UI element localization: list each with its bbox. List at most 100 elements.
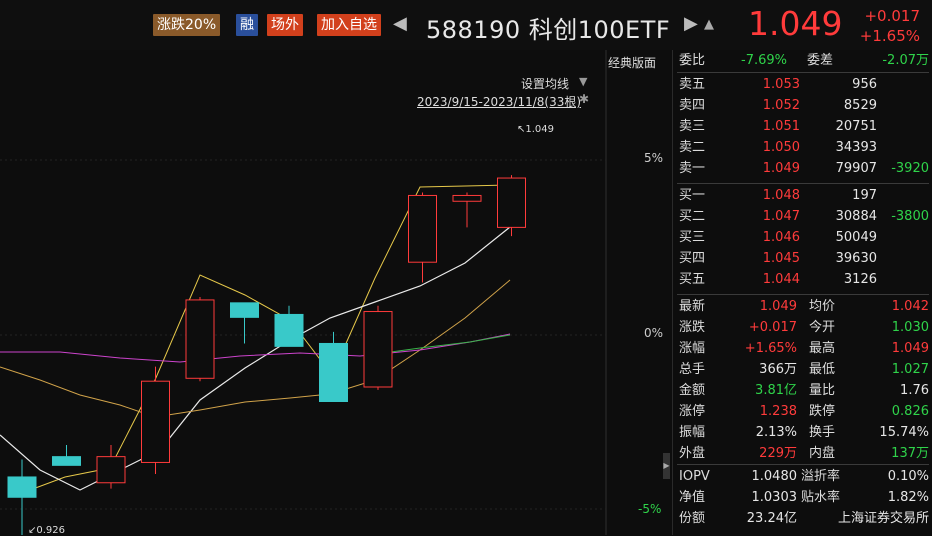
book-price: 1.050 <box>762 140 800 155</box>
stat-label: 涨跌 <box>679 320 706 335</box>
divider <box>677 183 929 184</box>
stat-value: 1.027 <box>891 362 929 377</box>
book-change: -3800 <box>891 209 929 224</box>
ma30-line <box>0 333 511 363</box>
stat-value: 1.238 <box>759 404 797 419</box>
candle-body[interactable] <box>497 177 526 228</box>
book-level-label: 卖二 <box>679 140 706 155</box>
weibi-value: -7.69% <box>741 53 787 68</box>
otc-button[interactable]: 场外 <box>267 14 303 36</box>
book-row[interactable]: 买四 1.045 39630 <box>673 248 932 269</box>
book-price: 1.053 <box>762 77 800 92</box>
book-volume: 30884 <box>835 209 877 224</box>
candle-body[interactable] <box>274 313 304 347</box>
book-volume: 956 <box>852 77 877 92</box>
candle-body[interactable] <box>408 194 437 263</box>
stat-label: 今开 <box>809 320 836 335</box>
book-row[interactable]: 买二 1.047 30884 -3800 <box>673 206 932 227</box>
candle-body[interactable] <box>52 456 81 466</box>
stats-row: 总手 366万 最低 1.027 <box>673 359 932 380</box>
book-volume: 3126 <box>843 272 877 287</box>
book-level-label: 买五 <box>679 272 706 287</box>
kline-chart[interactable]: 经典版面 设置均线 ▼ 2023/9/15-2023/11/8(33根) ✱ 5… <box>0 50 670 536</box>
stat-label: 跌停 <box>809 404 836 419</box>
candle-body[interactable] <box>185 299 215 379</box>
next-stock-icon[interactable]: ▶ <box>684 13 698 34</box>
candle-body[interactable] <box>319 342 348 403</box>
book-volume: 50049 <box>835 230 877 245</box>
weibi-label: 委比 <box>679 53 706 68</box>
candle-body[interactable] <box>452 194 482 202</box>
book-level-label: 买三 <box>679 230 706 245</box>
candle-body[interactable] <box>230 302 259 318</box>
book-change: -3920 <box>891 161 929 176</box>
stats-row: 金额 3.81亿 量比 1.76 <box>673 380 932 401</box>
stat-value: 1.76 <box>900 383 929 398</box>
stat-value: +1.65% <box>744 341 797 356</box>
stat-value: 15.74% <box>879 425 929 440</box>
bell-icon[interactable]: ▲ <box>704 17 714 32</box>
pct-label-minus5: -5% <box>638 502 662 516</box>
candle-body[interactable] <box>141 380 170 463</box>
stat-value: +0.017 <box>748 320 797 335</box>
book-price: 1.047 <box>762 209 800 224</box>
stat-label: 金额 <box>679 383 706 398</box>
candle-body[interactable] <box>96 456 126 484</box>
book-level-label: 买一 <box>679 188 706 203</box>
dropdown-arrow-icon[interactable]: ▼ <box>579 75 587 88</box>
divider <box>677 294 929 295</box>
collapse-panel-icon[interactable]: ▶ <box>663 453 670 479</box>
book-level-label: 卖一 <box>679 161 706 176</box>
book-row[interactable]: 卖二 1.050 34393 <box>673 137 932 158</box>
add-watchlist-button[interactable]: 加入自选 <box>317 14 381 36</box>
fund-value: 0.10% <box>887 469 929 484</box>
book-level-label: 买四 <box>679 251 706 266</box>
classic-layout-button[interactable]: 经典版面 <box>608 54 656 71</box>
book-price: 1.046 <box>762 230 800 245</box>
fund-label: 份额 <box>679 511 706 526</box>
book-row[interactable]: 买三 1.046 50049 <box>673 227 932 248</box>
book-row[interactable]: 买五 1.044 3126 <box>673 269 932 290</box>
pct-label-5: 5% <box>644 151 664 165</box>
weibi-row: 委比 -7.69% 委差 -2.07万 <box>673 50 932 71</box>
stat-label: 外盘 <box>679 446 706 461</box>
book-row[interactable]: 卖一 1.049 79907 -3920 <box>673 158 932 179</box>
stats-row: 外盘 229万 内盘 137万 <box>673 443 932 464</box>
book-price: 1.052 <box>762 98 800 113</box>
last-price: 1.049 <box>748 4 843 43</box>
book-level-label: 卖四 <box>679 98 706 113</box>
stats-row: 最新 1.049 均价 1.042 <box>673 296 932 317</box>
kline-svg <box>0 50 607 535</box>
stat-label: 最高 <box>809 341 836 356</box>
pct-label-0: 0% <box>644 326 664 340</box>
change-percent: +1.65% <box>859 27 920 45</box>
pin-icon[interactable]: ✱ <box>579 92 589 106</box>
fund-label: 净值 <box>679 490 706 505</box>
book-row[interactable]: 卖四 1.052 8529 <box>673 95 932 116</box>
low-annotation: ↙0.926 <box>28 525 66 536</box>
weicha-label: 委差 <box>807 53 834 68</box>
book-price: 1.051 <box>762 119 800 134</box>
fund-row: 份额 23.24亿 上海证券交易所 <box>673 508 932 529</box>
fund-label: 贴水率 <box>801 490 841 505</box>
book-row[interactable]: 买一 1.048 197 <box>673 185 932 206</box>
book-price: 1.044 <box>762 272 800 287</box>
candle-body[interactable] <box>7 476 37 498</box>
book-level-label: 买二 <box>679 209 706 224</box>
quote-panel: 委比 -7.69% 委差 -2.07万 卖五 1.053 956 卖四 1.052 852… <box>672 50 932 535</box>
ma-setting-button[interactable]: 设置均线 <box>521 75 569 92</box>
book-row[interactable]: 卖三 1.051 20751 <box>673 116 932 137</box>
stat-label: 振幅 <box>679 425 706 440</box>
stats-row: 涨跌 +0.017 今开 1.030 <box>673 317 932 338</box>
prev-stock-icon[interactable]: ◀ <box>393 13 407 34</box>
book-volume: 79907 <box>835 161 877 176</box>
book-volume: 8529 <box>843 98 877 113</box>
date-range-link[interactable]: 2023/9/15-2023/11/8(33根) <box>417 93 581 110</box>
stat-value: 0.826 <box>891 404 929 419</box>
book-row[interactable]: 卖五 1.053 956 <box>673 74 932 95</box>
stat-value: 2.13% <box>755 425 797 440</box>
high-value: 1.049 <box>525 124 555 135</box>
book-level-label: 卖三 <box>679 119 706 134</box>
candle-body[interactable] <box>363 311 393 388</box>
book-price: 1.048 <box>762 188 800 203</box>
